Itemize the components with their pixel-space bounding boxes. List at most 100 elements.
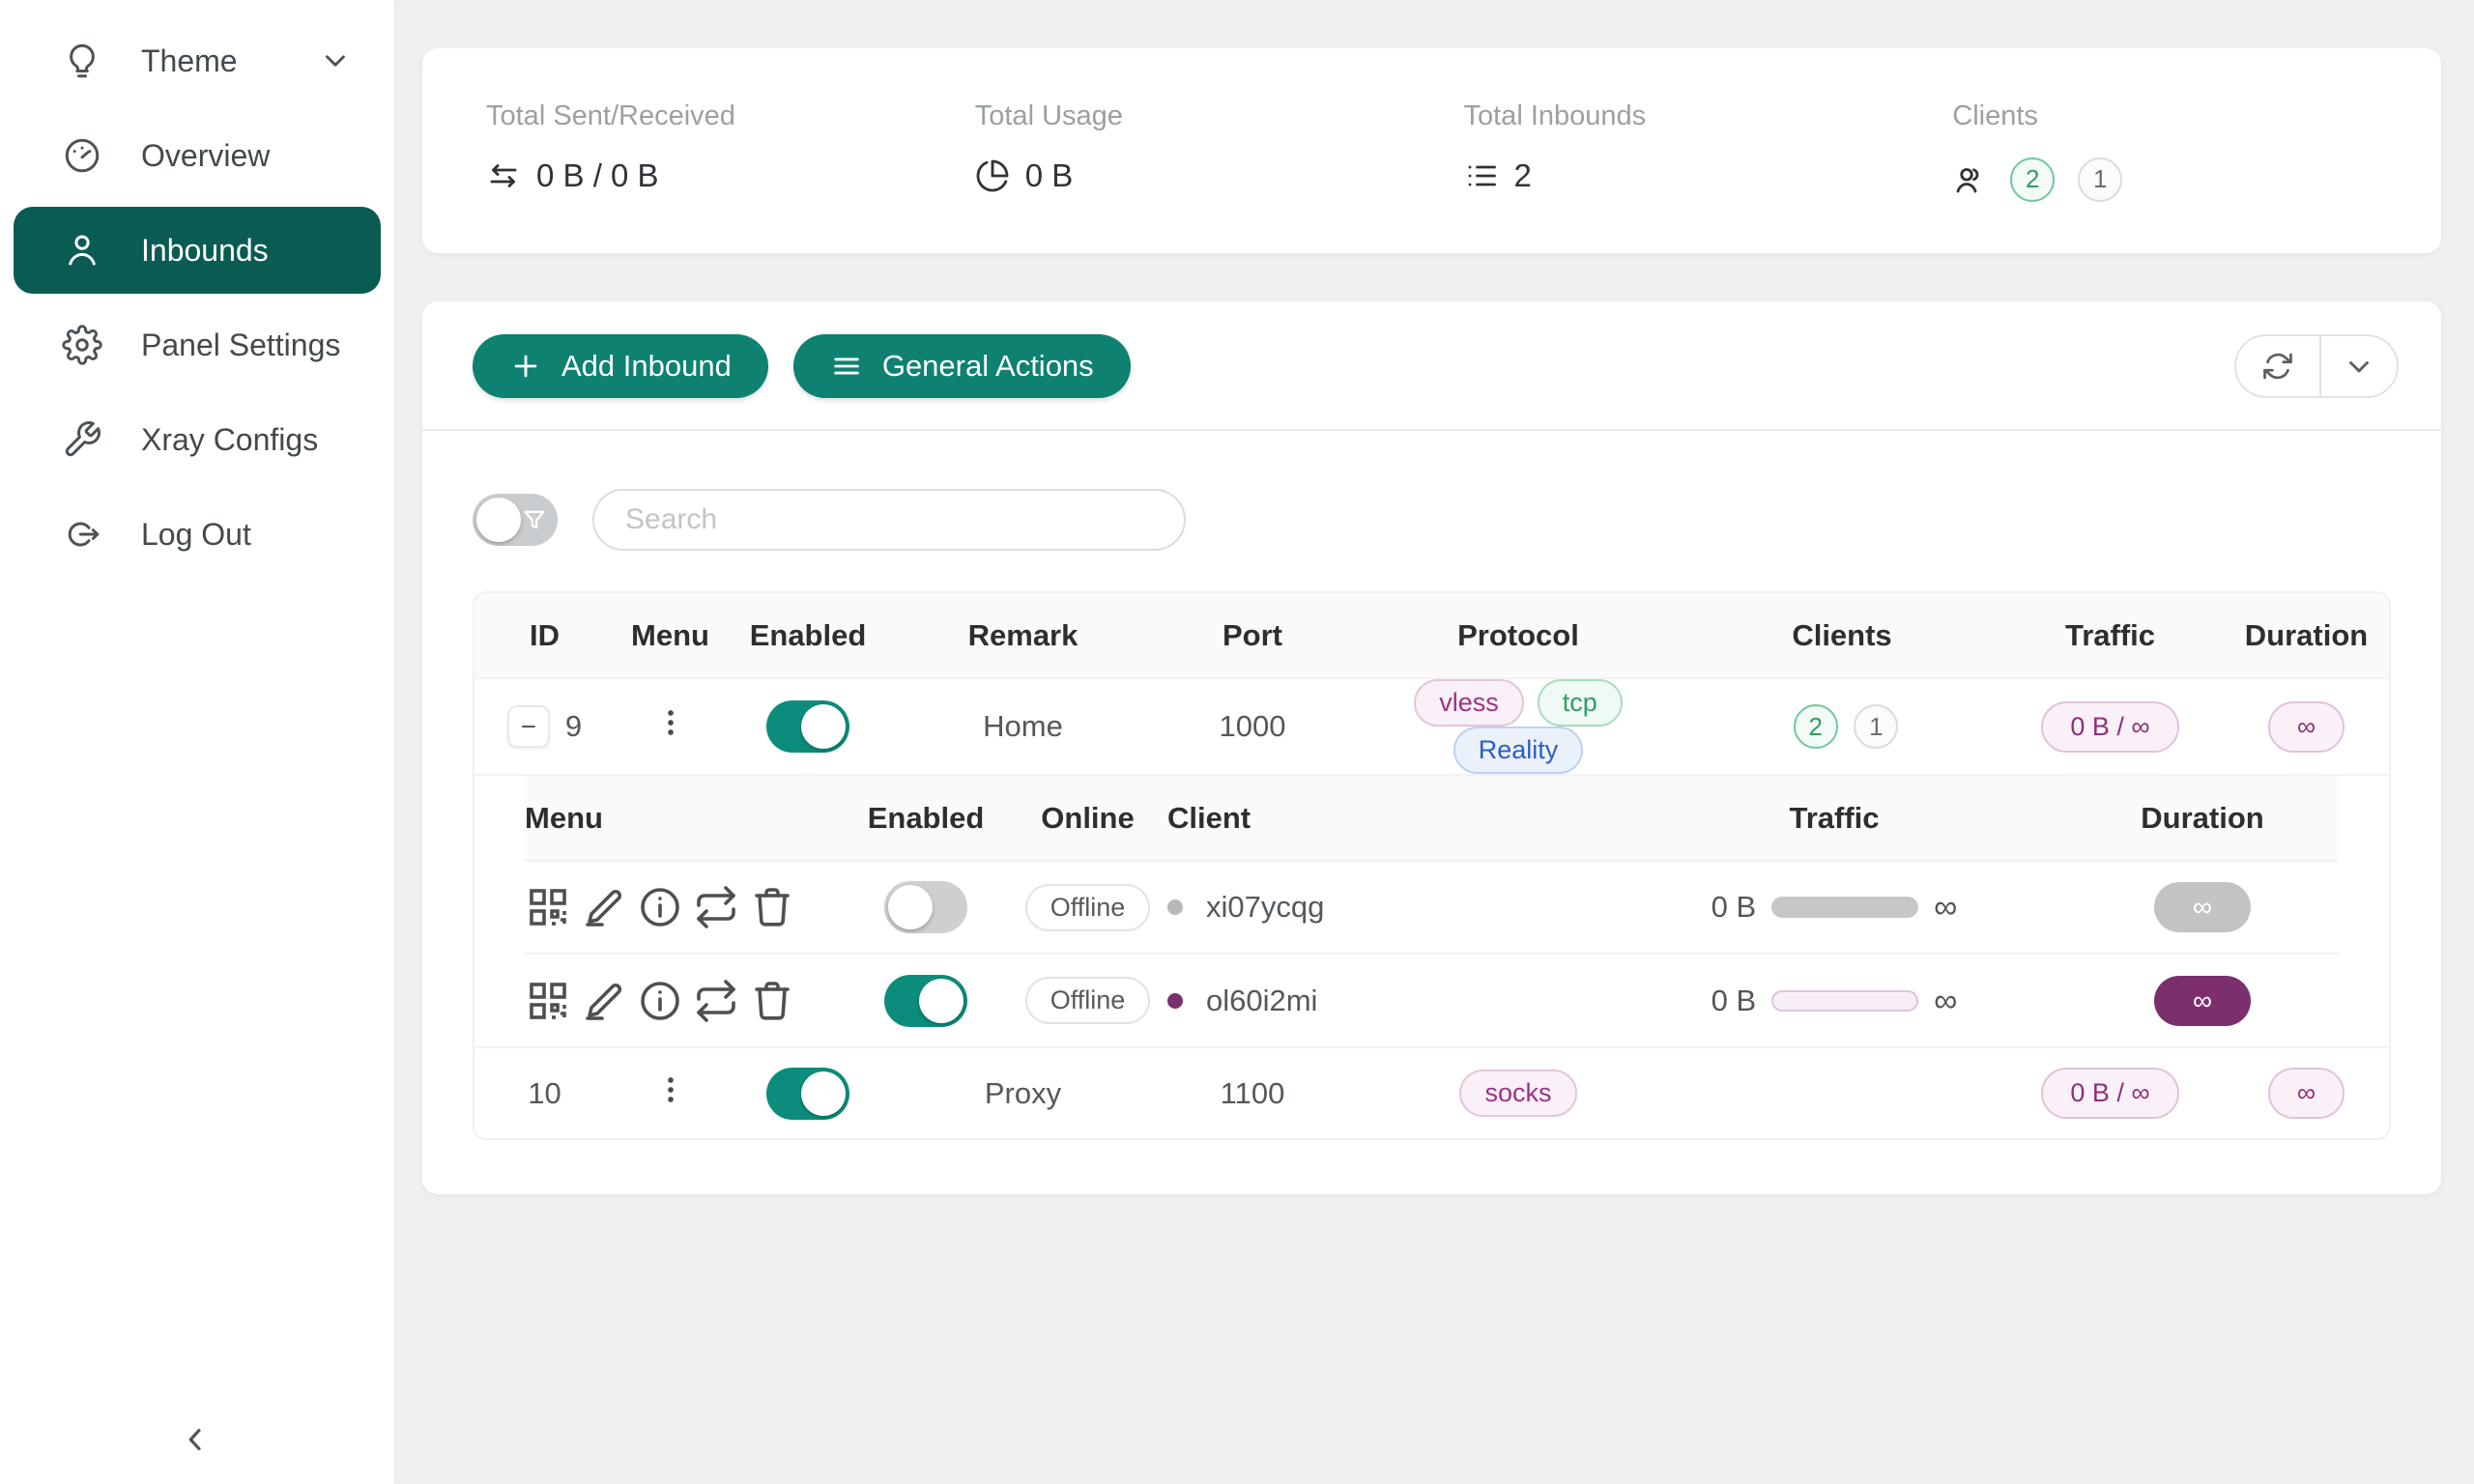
refresh-split-button <box>2234 334 2399 398</box>
stat-value-text: 0 B / 0 B <box>536 157 659 194</box>
client-duration-pill: ∞ <box>2154 882 2251 932</box>
subtable-header-row: Menu Enabled Online Client Traffic Durat… <box>525 776 2339 861</box>
row-menu-button[interactable] <box>651 1070 690 1109</box>
transport-tag: tcp <box>1538 679 1623 727</box>
edit-icon[interactable] <box>581 978 627 1024</box>
sidebar-item-label: Overview <box>141 138 270 174</box>
client-name: xi07ycqg <box>1206 890 1324 925</box>
sidebar-item-inbounds[interactable]: Inbounds <box>14 207 381 294</box>
client-row: Offline ol60i2mi <box>525 954 2339 1046</box>
stat-total-sent-received: Total Sent/Received 0 B / 0 B <box>486 100 975 202</box>
search-row <box>422 431 2441 591</box>
col-header-remark: Remark <box>890 593 1156 678</box>
expanded-clients-row: Menu Enabled Online Client Traffic Durat… <box>475 775 2389 1047</box>
stat-total-usage: Total Usage 0 B <box>975 100 1464 202</box>
refresh-button[interactable] <box>2236 336 2319 396</box>
client-status-dot <box>1167 993 1183 1009</box>
sidebar-item-label: Panel Settings <box>141 328 340 363</box>
duration-pill: ∞ <box>2268 1068 2345 1119</box>
plus-icon <box>509 350 542 383</box>
stat-clients: Clients 2 1 <box>1952 100 2441 202</box>
traffic-limit: ∞ <box>1934 891 1957 924</box>
inbound-id: 9 <box>565 709 582 744</box>
info-icon[interactable] <box>637 978 683 1024</box>
qrcode-icon[interactable] <box>525 884 571 930</box>
subcol-header-client: Client <box>1167 776 1602 861</box>
repeat-icon[interactable] <box>693 884 739 930</box>
trash-icon[interactable] <box>749 884 795 930</box>
duration-pill: ∞ <box>2268 701 2345 753</box>
stat-value-text: 0 B <box>1025 157 1074 194</box>
inbound-port: 1000 <box>1156 678 1349 775</box>
qrcode-icon[interactable] <box>525 978 571 1024</box>
add-inbound-button[interactable]: Add Inbound <box>473 334 768 398</box>
sidebar-item-log-out[interactable]: Log Out <box>0 487 394 582</box>
inbounds-table: ID Menu Enabled Remark Port Protocol Cli… <box>473 591 2391 1140</box>
traffic-progress-bar <box>1771 897 1918 918</box>
subcol-header-menu: Menu <box>525 776 844 861</box>
sidebar-item-label: Log Out <box>141 517 251 553</box>
repeat-icon[interactable] <box>693 978 739 1024</box>
sidebar-item-panel-settings[interactable]: Panel Settings <box>0 298 394 392</box>
row-menu-button[interactable] <box>651 703 690 742</box>
toolbar: Add Inbound General Actions <box>422 334 2441 429</box>
add-inbound-label: Add Inbound <box>561 349 732 384</box>
trash-icon[interactable] <box>749 978 795 1024</box>
sidebar-item-xray-configs[interactable]: Xray Configs <box>0 392 394 487</box>
client-row: Offline xi07ycqg <box>525 861 2339 954</box>
inbound-row-9: 9 Home 1000 <box>475 678 2389 775</box>
hamburger-icon <box>830 350 863 383</box>
transfer-arrows-icon <box>486 158 521 193</box>
refresh-options-button[interactable] <box>2319 336 2397 396</box>
online-status-badge: Offline <box>1025 977 1151 1024</box>
traffic-progress-bar <box>1771 990 1918 1012</box>
subcol-header-traffic: Traffic <box>1602 776 2066 861</box>
client-enabled-toggle[interactable] <box>884 975 967 1027</box>
sidebar-item-label: Theme <box>141 43 238 79</box>
security-tag: Reality <box>1453 727 1584 774</box>
search-input[interactable] <box>592 489 1186 551</box>
logout-icon <box>62 514 102 555</box>
sidebar-item-label: Inbounds <box>141 233 269 269</box>
filter-toggle[interactable] <box>473 494 558 546</box>
sidebar: Theme Overview Inbounds Panel Settings <box>0 0 394 1484</box>
stat-label: Total Sent/Received <box>486 100 975 132</box>
sidebar-item-overview[interactable]: Overview <box>0 108 394 203</box>
app-page: Theme Overview Inbounds Panel Settings <box>0 0 2474 1484</box>
inbound-row-10: 10 Proxy 1100 socks 0 B / ∞ <box>475 1047 2389 1138</box>
protocol-tag: socks <box>1459 1070 1576 1117</box>
edit-icon[interactable] <box>581 884 627 930</box>
stat-label: Total Inbounds <box>1464 100 1953 132</box>
col-header-traffic: Traffic <box>1997 593 2224 678</box>
stats-card: Total Sent/Received 0 B / 0 B Total Usag… <box>422 48 2441 253</box>
client-duration-pill: ∞ <box>2154 976 2251 1026</box>
inbound-id: 10 <box>475 1047 615 1138</box>
chevron-left-icon <box>177 1421 214 1458</box>
clients-count-badge: 2 <box>1794 704 1838 749</box>
clients-offline-badge: 1 <box>2078 157 2122 202</box>
pie-chart-icon <box>975 158 1010 193</box>
sidebar-item-theme[interactable]: Theme <box>0 14 394 108</box>
sidebar-item-label: Xray Configs <box>141 422 318 458</box>
client-enabled-toggle[interactable] <box>884 881 967 933</box>
subcol-header-duration: Duration <box>2066 776 2339 861</box>
inbound-remark: Proxy <box>890 1047 1156 1138</box>
collapse-row-button[interactable] <box>507 705 550 748</box>
inbounds-card: Add Inbound General Actions <box>422 301 2441 1194</box>
col-header-protocol: Protocol <box>1349 593 1687 678</box>
chevron-down-icon <box>2343 350 2375 383</box>
sidebar-collapse-button[interactable] <box>172 1416 218 1463</box>
traffic-limit: ∞ <box>1934 985 1957 1017</box>
stat-value-text: 2 <box>1514 157 1532 194</box>
stat-label: Clients <box>1952 100 2441 132</box>
inbound-enabled-toggle[interactable] <box>766 1068 849 1120</box>
traffic-pill: 0 B / ∞ <box>2041 701 2178 753</box>
chevron-down-icon <box>319 44 352 77</box>
table-header-row: ID Menu Enabled Remark Port Protocol Cli… <box>475 593 2389 678</box>
info-icon[interactable] <box>637 884 683 930</box>
client-status-dot <box>1167 899 1183 915</box>
clients-count-badge: 1 <box>1854 704 1898 749</box>
general-actions-button[interactable]: General Actions <box>793 334 1131 398</box>
online-status-badge: Offline <box>1025 884 1151 931</box>
inbound-enabled-toggle[interactable] <box>766 700 849 753</box>
